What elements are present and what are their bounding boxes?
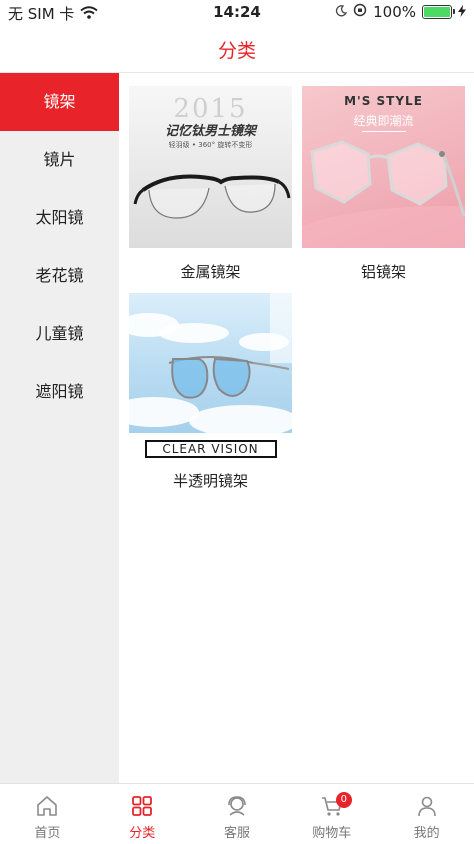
tab-profile[interactable]: 我的 — [379, 784, 474, 844]
battery-icon — [422, 5, 455, 19]
battery-percent: 100% — [373, 3, 416, 21]
status-right: 100% — [335, 3, 466, 21]
charging-icon — [458, 3, 466, 21]
tab-label: 首页 — [34, 826, 61, 841]
home-icon — [37, 796, 58, 816]
product-grid: 2015 记忆钛男士镜架 轻羽级 • 360° 旋转不变形 金属镜架 M'S S… — [119, 73, 474, 783]
category-sidebar: 镜架 镜片 太阳镜 老花镜 儿童镜 遮阳镜 — [0, 73, 119, 783]
nav-bar: 分类 — [0, 24, 474, 73]
product-label: 铝镜架 — [360, 263, 406, 281]
category-grid-icon — [132, 796, 153, 816]
tab-label: 购物车 — [312, 826, 352, 841]
tab-label: 分类 — [129, 826, 156, 841]
tab-label: 客服 — [223, 826, 250, 841]
tab-customer-service[interactable]: 客服 — [190, 784, 285, 844]
bottom-tab-bar: 首页 分类 客服 0 购物车 我的 — [0, 783, 474, 844]
sidebar-item-lenses[interactable]: 镜片 — [0, 131, 119, 189]
tab-home[interactable]: 首页 — [0, 784, 95, 844]
product-card-aluminum-frame[interactable]: M'S STYLE 经典即潮流 铝镜架 — [302, 86, 465, 282]
product-image-aluminum-frame: M'S STYLE 经典即潮流 — [302, 86, 465, 248]
image-caption-clear-vision: CLEAR VISION — [144, 440, 277, 458]
cart-badge: 0 — [335, 792, 352, 808]
page-title: 分类 — [217, 40, 256, 62]
product-image-metal-frame: 2015 记忆钛男士镜架 轻羽级 • 360° 旋转不变形 — [129, 86, 292, 248]
product-image-translucent-frame — [129, 293, 292, 433]
tab-label: 我的 — [413, 826, 440, 841]
product-card-metal-frame[interactable]: 2015 记忆钛男士镜架 轻羽级 • 360° 旋转不变形 金属镜架 — [129, 86, 292, 282]
sidebar-item-shade-glasses[interactable]: 遮阳镜 — [0, 363, 119, 421]
sidebar-item-frames[interactable]: 镜架 — [0, 73, 119, 131]
tab-category[interactable]: 分类 — [95, 784, 190, 844]
sidebar-item-reading-glasses[interactable]: 老花镜 — [0, 247, 119, 305]
product-label: 金属镜架 — [180, 263, 241, 281]
glasses-icon — [133, 174, 291, 219]
product-card-translucent-frame[interactable]: CLEAR VISION 半透明镜架 — [129, 293, 292, 491]
tab-cart[interactable]: 0 购物车 — [284, 784, 379, 844]
customer-service-icon — [228, 796, 246, 816]
status-bar: 无 SIM 卡 14:24 100% — [0, 0, 474, 24]
product-label: 半透明镜架 — [172, 472, 248, 490]
hexagon-glasses-icon — [302, 140, 465, 248]
sidebar-item-sunglasses[interactable]: 太阳镜 — [0, 189, 119, 247]
moon-icon — [335, 3, 348, 21]
aviator-glasses-icon — [168, 356, 290, 399]
user-icon — [417, 796, 436, 817]
orientation-lock-icon — [353, 3, 367, 21]
sidebar-item-kids-glasses[interactable]: 儿童镜 — [0, 305, 119, 363]
